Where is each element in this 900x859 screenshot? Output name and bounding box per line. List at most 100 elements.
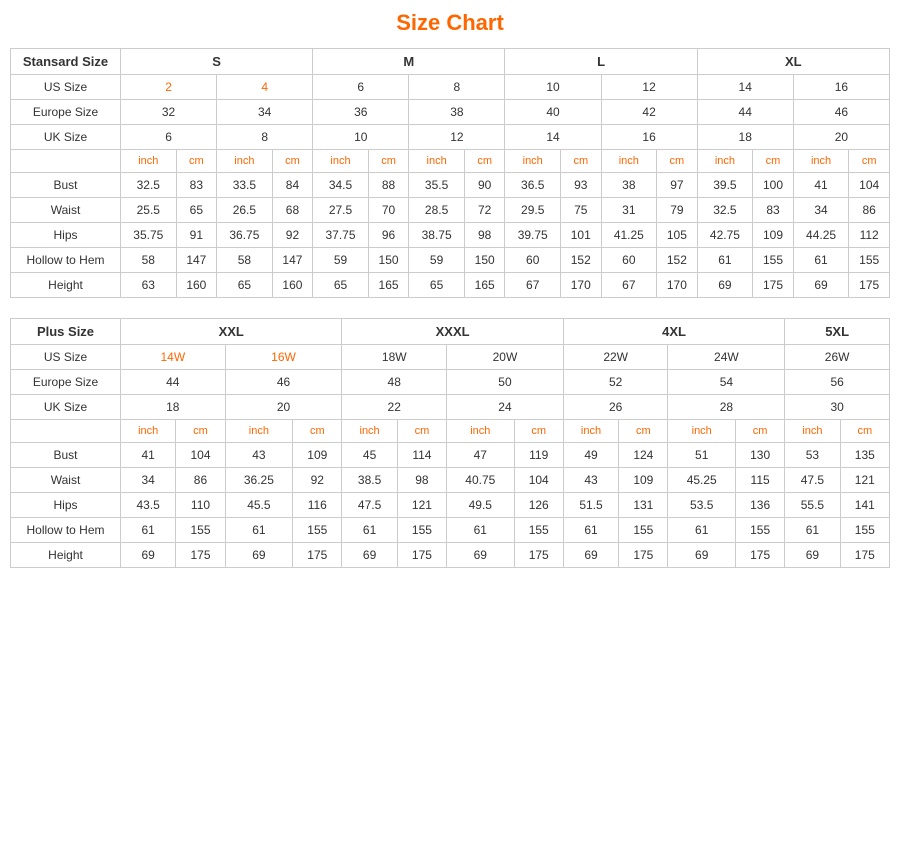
plus-row-label-bust: Bust: [11, 443, 121, 468]
cell: 27.5: [313, 198, 369, 223]
plus-inch1: inch: [121, 420, 176, 443]
cell: 61: [563, 518, 618, 543]
uk-16: 16: [601, 125, 697, 150]
plus-5xl-header: 5XL: [785, 319, 890, 345]
cell: 38.5: [342, 468, 397, 493]
cell: 91: [176, 223, 217, 248]
cell: 61: [793, 248, 849, 273]
cell: 51.5: [563, 493, 618, 518]
cell: 83: [176, 173, 217, 198]
standard-xl-header: XL: [697, 49, 889, 75]
cell: 41: [793, 173, 849, 198]
cell: 61: [225, 518, 293, 543]
cell: 175: [514, 543, 563, 568]
cell: 41.25: [601, 223, 657, 248]
cell: 175: [735, 543, 784, 568]
std-inch1: inch: [121, 150, 177, 173]
cell: 43.5: [121, 493, 176, 518]
cell: 130: [735, 443, 784, 468]
cell: 69: [563, 543, 618, 568]
cell: 63: [121, 273, 177, 298]
cell: 83: [753, 198, 794, 223]
cell: 32.5: [121, 173, 177, 198]
cell: 160: [272, 273, 313, 298]
cell: 58: [121, 248, 177, 273]
cell: 136: [735, 493, 784, 518]
plus-unit-empty: [11, 420, 121, 443]
cell: 84: [272, 173, 313, 198]
uk-20: 20: [793, 125, 889, 150]
plus-eu-50: 50: [447, 370, 564, 395]
std-inch4: inch: [409, 150, 465, 173]
cell: 69: [447, 543, 515, 568]
cell: 61: [697, 248, 753, 273]
uk-size-label: UK Size: [11, 125, 121, 150]
standard-l-header: L: [505, 49, 697, 75]
cell: 152: [657, 248, 698, 273]
cell: 170: [657, 273, 698, 298]
uk-14: 14: [505, 125, 601, 150]
plus-us-22w: 22W: [563, 345, 668, 370]
cell: 175: [619, 543, 668, 568]
cell: 116: [293, 493, 342, 518]
cell: 175: [397, 543, 446, 568]
table-row: Bust32.58333.58434.58835.59036.593389739…: [11, 173, 890, 198]
cell: 121: [840, 468, 889, 493]
uk-8: 8: [217, 125, 313, 150]
cell: 43: [225, 443, 293, 468]
plus-us-24w: 24W: [668, 345, 785, 370]
table-row: Height6917569175691756917569175691756917…: [11, 543, 890, 568]
page-title: Size Chart: [10, 10, 890, 36]
plus-uk-20: 20: [225, 395, 342, 420]
cell: 51: [668, 443, 736, 468]
us-2: 2: [121, 75, 217, 100]
plus-us-16w: 16W: [225, 345, 342, 370]
cell: 47: [447, 443, 515, 468]
us-16: 16: [793, 75, 889, 100]
us-8: 8: [409, 75, 505, 100]
cell: 65: [313, 273, 369, 298]
cell: 69: [697, 273, 753, 298]
std-cm5: cm: [561, 150, 602, 173]
cell: 68: [272, 198, 313, 223]
cell: 29.5: [505, 198, 561, 223]
cell: 124: [619, 443, 668, 468]
cell: 147: [176, 248, 217, 273]
us-6: 6: [313, 75, 409, 100]
plus-xxl-header: XXL: [121, 319, 342, 345]
plus-eu-52: 52: [563, 370, 668, 395]
plus-size-table: Plus Size XXL XXXL 4XL 5XL US Size 14W 1…: [10, 318, 890, 568]
cell: 65: [217, 273, 273, 298]
cell: 175: [849, 273, 890, 298]
cell: 97: [657, 173, 698, 198]
cell: 98: [464, 223, 505, 248]
cell: 45: [342, 443, 397, 468]
plus-uk-22: 22: [342, 395, 447, 420]
standard-label: Stansard Size: [11, 49, 121, 75]
plus-us-26w: 26W: [785, 345, 890, 370]
plus-eu-48: 48: [342, 370, 447, 395]
cell: 92: [272, 223, 313, 248]
cell: 88: [368, 173, 409, 198]
cell: 65: [176, 198, 217, 223]
cell: 61: [342, 518, 397, 543]
cell: 43: [563, 468, 618, 493]
std-unit-empty: [11, 150, 121, 173]
cell: 175: [840, 543, 889, 568]
row-label-waist: Waist: [11, 198, 121, 223]
plus-us-18w: 18W: [342, 345, 447, 370]
row-label-hollow-to-hem: Hollow to Hem: [11, 248, 121, 273]
plus-eu-44: 44: [121, 370, 226, 395]
cell: 121: [397, 493, 446, 518]
plus-row-label-hollow-to-hem: Hollow to Hem: [11, 518, 121, 543]
plus-inch3: inch: [342, 420, 397, 443]
cell: 38: [601, 173, 657, 198]
cell: 58: [217, 248, 273, 273]
cell: 104: [176, 443, 225, 468]
plus-cm2: cm: [293, 420, 342, 443]
cell: 155: [753, 248, 794, 273]
cell: 59: [313, 248, 369, 273]
cell: 131: [619, 493, 668, 518]
row-label-hips: Hips: [11, 223, 121, 248]
plus-inch5: inch: [563, 420, 618, 443]
